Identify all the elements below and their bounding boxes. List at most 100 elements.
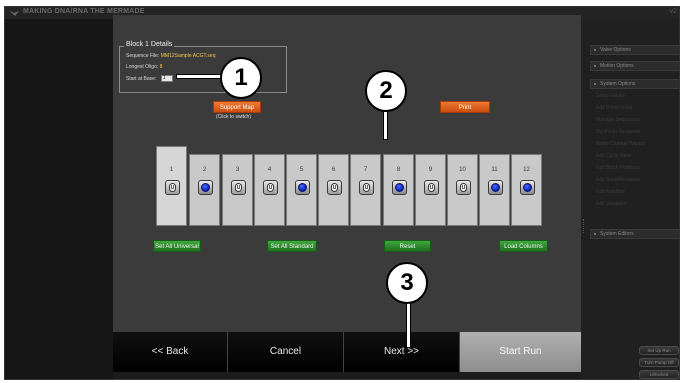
motion-options-section[interactable]: Motion Options xyxy=(590,61,679,71)
options-sidebar: Valve Options Motion Options System Opti… xyxy=(581,19,679,379)
start-at-base-row: Start at Base: 1 xyxy=(126,75,173,82)
callout-1-leader xyxy=(176,74,224,79)
column-8[interactable]: 8 xyxy=(383,154,414,226)
resize-grip-icon[interactable] xyxy=(583,219,585,233)
column-number: 12 xyxy=(523,167,530,173)
valve-options-section[interactable]: Valve Options xyxy=(590,45,679,55)
sidebar-item-synthesis-reagents[interactable]: Synthesis Reagents xyxy=(596,129,640,135)
column-4[interactable]: 4 U xyxy=(254,154,285,226)
column-1[interactable]: 1 U xyxy=(156,146,187,226)
sidebar-item-edit-base-reagents[interactable]: Edit Base/Reagents xyxy=(596,177,640,183)
sequence-file-label: Sequence File xyxy=(126,53,158,59)
universal-u-icon: U xyxy=(267,183,274,192)
wizard-nav-bar: << Back Cancel Next >> Start Run xyxy=(113,332,581,372)
standard-support-toggle[interactable] xyxy=(520,180,535,195)
standard-support-toggle[interactable] xyxy=(295,180,310,195)
column-number: 7 xyxy=(363,167,368,173)
standard-support-toggle[interactable] xyxy=(488,180,503,195)
sidebar-item-edit-amidites[interactable]: Edit Amidites xyxy=(596,189,625,195)
callout-3: 3 xyxy=(386,262,428,304)
standard-blue-dot-icon xyxy=(395,183,404,192)
standard-blue-dot-icon xyxy=(523,183,532,192)
sidebar-item-bottle-change-wizard[interactable]: Bottle Change Wizard xyxy=(596,141,645,147)
sidebar-item-edit-variables[interactable]: Edit Variables xyxy=(596,201,626,207)
column-number: 4 xyxy=(267,167,272,173)
sidebar-item-edit-block-positions[interactable]: Edit Block Positions xyxy=(596,165,640,171)
sidebar-item-manage-sequences[interactable]: Manage Sequences xyxy=(596,117,640,123)
column-11[interactable]: 11 xyxy=(479,154,510,226)
system-options-section[interactable]: System Options xyxy=(590,79,679,89)
start-at-base-label: Start at Base xyxy=(126,75,155,82)
universal-support-toggle[interactable]: U xyxy=(327,180,342,195)
reset-button[interactable]: Reset xyxy=(384,240,431,252)
app-logo-icon xyxy=(9,10,19,16)
sequence-file-row: Sequence File: MM12Sample ACGT.seq xyxy=(126,53,216,59)
universal-u-icon: U xyxy=(169,183,176,192)
column-number: 11 xyxy=(491,167,498,173)
column-map: 1 U 2 3 U 4 U 5 6 U 7 U 8 9 U 10 U 11 12 xyxy=(156,146,543,226)
longest-oligo-row: Longest Oligo: 8 xyxy=(126,64,163,70)
column-number: 9 xyxy=(428,167,433,173)
standard-support-toggle[interactable] xyxy=(392,180,407,195)
universal-u-icon: U xyxy=(460,183,467,192)
standard-blue-dot-icon xyxy=(491,183,500,192)
column-number: 6 xyxy=(331,167,336,173)
universal-support-toggle[interactable]: U xyxy=(424,180,439,195)
column-6[interactable]: 6 U xyxy=(318,154,349,226)
universal-support-toggle[interactable]: U xyxy=(231,180,246,195)
start-run-button[interactable]: Start Run xyxy=(460,332,581,372)
universal-u-icon: U xyxy=(235,183,242,192)
universal-support-toggle[interactable]: U xyxy=(263,180,278,195)
next-button[interactable]: Next >> xyxy=(344,332,460,372)
column-12[interactable]: 12 xyxy=(511,154,542,226)
callout-3-leader xyxy=(406,302,411,348)
block-details-title: Block 1 Details xyxy=(124,41,175,48)
column-number: 10 xyxy=(459,167,466,173)
universal-support-toggle[interactable]: U xyxy=(456,180,471,195)
set-up-run-button[interactable]: Set Up Run xyxy=(639,346,679,355)
back-button[interactable]: << Back xyxy=(113,332,228,372)
set-all-standard-button[interactable]: Set All Standard xyxy=(267,240,317,252)
column-7[interactable]: 7 U xyxy=(350,154,381,226)
print-button[interactable]: Print xyxy=(440,101,490,113)
callout-1: 1 xyxy=(220,57,262,99)
column-number: 3 xyxy=(235,167,240,173)
support-map-button[interactable]: Support Map xyxy=(213,101,261,113)
longest-oligo-label: Longest Oligo xyxy=(126,64,157,70)
left-pane xyxy=(5,19,113,379)
column-9[interactable]: 9 U xyxy=(415,154,446,226)
universal-support-toggle[interactable]: U xyxy=(359,180,374,195)
sidebar-item-setup-valves[interactable]: Setup Valves xyxy=(596,93,625,99)
column-number: 2 xyxy=(202,167,207,173)
callout-2-leader xyxy=(383,110,388,140)
turn-pump-off-button[interactable]: Turn Pump Off xyxy=(639,358,679,367)
support-map-hint: (Click to switch) xyxy=(216,114,252,120)
system-editors-section[interactable]: System Editors xyxy=(590,229,679,239)
universal-u-icon: U xyxy=(363,183,370,192)
column-10[interactable]: 10 U xyxy=(447,154,478,226)
standard-support-toggle[interactable] xyxy=(198,180,213,195)
set-all-universal-button[interactable]: Set All Universal xyxy=(153,240,201,252)
app-version: v2 xyxy=(669,8,677,15)
column-3[interactable]: 3 U xyxy=(222,154,253,226)
run-setup-dialog: Block 1 Details Sequence File: MM12Sampl… xyxy=(113,15,581,372)
universal-support-toggle[interactable]: U xyxy=(165,180,180,195)
application-window: MAKING DNA/RNA THE MERMADE v2 Block 1 De… xyxy=(4,6,680,380)
block-details-panel: Block 1 Details Sequence File: MM12Sampl… xyxy=(119,41,287,93)
start-at-base-input[interactable]: 1 xyxy=(160,75,173,82)
column-number: 8 xyxy=(396,167,401,173)
universal-u-icon: U xyxy=(428,183,435,192)
unlocked-button[interactable]: Unlocked xyxy=(639,370,679,379)
universal-u-icon: U xyxy=(331,183,338,192)
callout-2: 2 xyxy=(365,70,407,112)
standard-blue-dot-icon xyxy=(298,183,307,192)
sequence-file-value: MM12Sample ACGT.seq xyxy=(160,53,216,59)
sidebar-item-edit-cycle-table[interactable]: Edit Cycle Table xyxy=(596,153,632,159)
load-columns-button[interactable]: Load Columns xyxy=(499,240,548,252)
column-2[interactable]: 2 xyxy=(189,154,220,226)
column-5[interactable]: 5 xyxy=(286,154,317,226)
column-number: 5 xyxy=(299,167,304,173)
cancel-button[interactable]: Cancel xyxy=(228,332,344,372)
sidebar-item-edit-prime-lines[interactable]: Edit Prime Lines xyxy=(596,105,632,111)
app-title: MAKING DNA/RNA THE MERMADE xyxy=(23,8,145,15)
